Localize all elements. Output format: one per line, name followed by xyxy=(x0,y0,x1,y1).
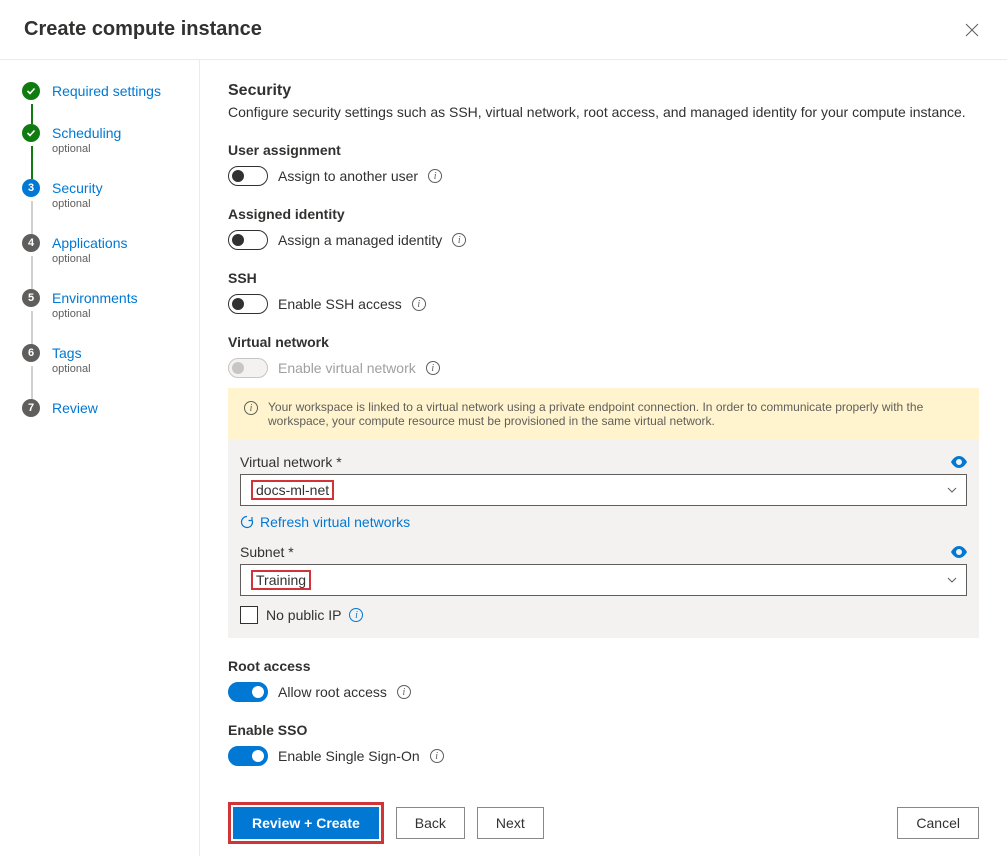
step-required-settings[interactable]: Required settings xyxy=(22,82,199,122)
step-optional: optional xyxy=(52,363,91,375)
step-label: Environments xyxy=(52,289,138,307)
toggle-label: Assign to another user xyxy=(278,168,418,184)
toggle-label: Enable virtual network xyxy=(278,360,416,376)
chevron-down-icon xyxy=(946,484,958,496)
info-icon[interactable]: i xyxy=(428,169,442,183)
enable-ssh-toggle[interactable] xyxy=(228,294,268,314)
virtual-network-label: Virtual network xyxy=(228,334,979,350)
assign-another-user-toggle[interactable] xyxy=(228,166,268,186)
refresh-vnet-label: Refresh virtual networks xyxy=(260,514,410,530)
info-icon[interactable]: i xyxy=(426,361,440,375)
step-label: Scheduling xyxy=(52,124,121,142)
info-icon[interactable]: i xyxy=(430,749,444,763)
info-icon[interactable]: i xyxy=(412,297,426,311)
virtual-network-panel: i Your workspace is linked to a virtual … xyxy=(228,388,979,638)
preview-icon[interactable] xyxy=(951,456,967,468)
ssh-label: SSH xyxy=(228,270,979,286)
root-access-label: Root access xyxy=(228,658,979,674)
checkmark-icon xyxy=(22,124,40,142)
step-optional: optional xyxy=(52,253,128,265)
review-create-button[interactable]: Review + Create xyxy=(233,807,379,839)
vnet-info-text: Your workspace is linked to a virtual ne… xyxy=(268,400,963,428)
step-environments[interactable]: 5 Environments optional xyxy=(22,289,199,342)
assign-managed-identity-toggle[interactable] xyxy=(228,230,268,250)
step-security[interactable]: 3 Security optional xyxy=(22,179,199,232)
back-button[interactable]: Back xyxy=(396,807,465,839)
no-public-ip-checkbox[interactable] xyxy=(240,606,258,624)
step-optional: optional xyxy=(52,308,138,320)
info-icon: i xyxy=(244,401,258,415)
step-applications[interactable]: 4 Applications optional xyxy=(22,234,199,287)
enable-virtual-network-toggle xyxy=(228,358,268,378)
close-button[interactable] xyxy=(961,19,983,41)
wizard-sidebar: Required settings Scheduling optional 3 … xyxy=(0,60,200,856)
step-tags[interactable]: 6 Tags optional xyxy=(22,344,199,397)
step-scheduling[interactable]: Scheduling optional xyxy=(22,124,199,177)
main-content: Security Configure security settings suc… xyxy=(200,60,1007,856)
toggle-label: Allow root access xyxy=(278,684,387,700)
step-optional: optional xyxy=(52,143,121,155)
step-label: Review xyxy=(52,399,98,417)
refresh-vnet-link[interactable]: Refresh virtual networks xyxy=(240,514,967,530)
info-icon[interactable]: i xyxy=(452,233,466,247)
vnet-field-label: Virtual network * xyxy=(240,454,342,470)
refresh-icon xyxy=(240,515,254,529)
enable-sso-label: Enable SSO xyxy=(228,722,979,738)
subnet-dropdown[interactable]: Training xyxy=(240,564,967,596)
checkmark-icon xyxy=(22,82,40,100)
toggle-label: Assign a managed identity xyxy=(278,232,442,248)
user-assignment-label: User assignment xyxy=(228,142,979,158)
toggle-label: Enable SSH access xyxy=(278,296,402,312)
step-label: Tags xyxy=(52,344,91,362)
dropdown-value: Training xyxy=(256,572,306,588)
info-icon[interactable]: i xyxy=(397,685,411,699)
step-review[interactable]: 7 Review xyxy=(22,399,199,439)
no-public-ip-label: No public IP xyxy=(266,607,341,623)
assigned-identity-label: Assigned identity xyxy=(228,206,979,222)
virtual-network-dropdown[interactable]: docs-ml-net xyxy=(240,474,967,506)
toggle-label: Enable Single Sign-On xyxy=(278,748,420,764)
step-number-icon: 7 xyxy=(22,399,40,417)
allow-root-access-toggle[interactable] xyxy=(228,682,268,702)
step-label: Applications xyxy=(52,234,128,252)
chevron-down-icon xyxy=(946,574,958,586)
info-icon[interactable]: i xyxy=(349,608,363,622)
vnet-info-banner: i Your workspace is linked to a virtual … xyxy=(228,388,979,440)
step-number-icon: 4 xyxy=(22,234,40,252)
enable-sso-toggle[interactable] xyxy=(228,746,268,766)
next-button[interactable]: Next xyxy=(477,807,544,839)
dropdown-value: docs-ml-net xyxy=(256,482,329,498)
step-number-icon: 5 xyxy=(22,289,40,307)
step-label: Required settings xyxy=(52,82,161,100)
step-number-icon: 3 xyxy=(22,179,40,197)
section-description: Configure security settings such as SSH,… xyxy=(228,104,979,120)
step-label: Security xyxy=(52,179,103,197)
cancel-button[interactable]: Cancel xyxy=(897,807,979,839)
step-number-icon: 6 xyxy=(22,344,40,362)
page-title: Create compute instance xyxy=(24,18,262,41)
subnet-field-label: Subnet * xyxy=(240,544,294,560)
close-icon xyxy=(965,23,979,37)
section-title: Security xyxy=(228,82,979,100)
preview-icon[interactable] xyxy=(951,546,967,558)
step-optional: optional xyxy=(52,198,103,210)
